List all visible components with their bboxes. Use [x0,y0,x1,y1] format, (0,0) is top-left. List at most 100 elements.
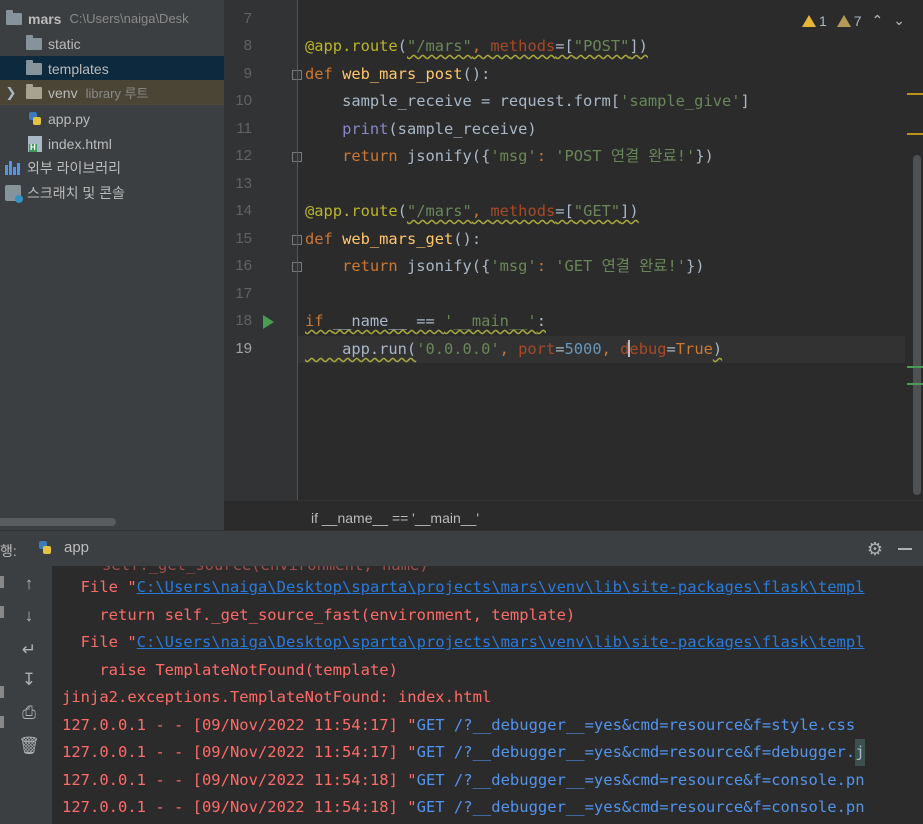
line-number: 17 [235,285,252,302]
code-line-16: return jsonify({'msg': 'GET 연결 완료!'}) [305,257,705,275]
tree-root-label: mars [28,10,62,27]
print-icon[interactable]: ⎙ [18,702,40,724]
tree-item-templates[interactable]: templates [0,56,224,81]
toolbar-edge [0,716,4,728]
project-panel: mars C:\Users\naiga\Desk static template… [0,0,224,530]
arrow-down-icon[interactable]: ↓ [18,605,40,627]
chevron-right-icon[interactable]: ❯ [2,85,20,101]
trash-icon[interactable]: 🗑 [18,735,40,757]
library-icon [5,160,21,175]
code-line-10: sample_receive = request.form['sample_gi… [305,92,750,110]
console-line: 127.0.0.1 - - [09/Nov/2022 11:54:18] "GE… [62,798,865,816]
folder-icon [26,34,42,50]
line-number: 12 [235,147,252,164]
console-line: jinja2.exceptions.TemplateNotFound: inde… [62,688,492,706]
tree-item-label: templates [48,60,109,77]
warning-icon [801,14,816,27]
line-number: 10 [235,92,252,109]
tree-root-path: C:\Users\naiga\Desk [69,11,189,26]
code-line-18: if __name__ == '__main__': [305,312,546,330]
line-number: 19 [235,340,252,357]
file-link[interactable]: C:\Users\naiga\Desktop\sparta\projects\m… [137,578,865,596]
tree-item-label: app.py [48,110,91,127]
code-editor[interactable]: 7 8 9 10 11 12 13 14 15 16 17 18 19 @app… [224,0,923,500]
code-line-9: def web_mars_post(): [305,65,491,83]
code-line-8: @app.route("/mars", methods=["POST"]) [305,37,648,55]
python-icon [38,540,52,556]
console-line: 127.0.0.1 - - [09/Nov/2022 11:54:18] "GE… [62,771,865,789]
tree-item-external-libraries[interactable]: 외부 라이브러리 [0,155,224,180]
minimize-icon[interactable] [898,548,912,550]
warning-stripe[interactable] [907,93,923,95]
run-toolbar: ↑ ↓ ↵ ↧ ⎙ 🗑 [0,566,52,824]
python-file-icon [28,111,42,127]
warnings-count[interactable]: 1 [801,13,827,29]
line-number: 7 [243,10,252,27]
console-line: File "C:\Users\naiga\Desktop\sparta\proj… [62,578,865,596]
weak-warnings-count[interactable]: 7 [836,13,862,29]
tree-item-label: 스크래치 및 콘솔 [27,184,125,201]
scroll-to-end-icon[interactable]: ↧ [18,669,40,691]
change-stripe[interactable] [907,366,923,368]
tree-item-app-py[interactable]: app.py [0,106,224,131]
tree-item-label: 외부 라이브러리 [27,159,122,176]
console-line: raise TemplateNotFound(template) [62,661,398,679]
inspection-widget[interactable]: 1 7 ⌃ ⌄ [801,12,905,29]
code-area[interactable]: @app.route("/mars", methods=["POST"]) de… [305,0,905,500]
run-gutter-icon[interactable] [263,315,274,329]
line-number: 13 [235,175,252,192]
tree-item-label: venv [48,84,78,101]
code-line-15: def web_mars_get(): [305,230,482,248]
arrow-up-icon[interactable]: ↑ [18,573,40,595]
gear-icon[interactable]: ⚙ [867,539,883,560]
line-number: 18 [235,312,252,329]
tree-item-label: static [48,35,81,52]
console-line: 127.0.0.1 - - [09/Nov/2022 11:54:17] "GE… [62,739,865,766]
console-line: 127.0.0.1 - - [09/Nov/2022 11:54:17] "GE… [62,716,856,734]
line-number: 9 [243,65,252,82]
line-number: 14 [235,202,252,219]
toolbar-edge [0,576,4,588]
line-number: 8 [243,37,252,54]
chevron-down-icon[interactable]: ⌄ [893,12,905,29]
code-line-11: print(sample_receive) [305,120,537,138]
soft-wrap-icon[interactable]: ↵ [18,639,40,661]
tree-item-note: library 루트 [85,86,149,101]
tree-item-static[interactable]: static [0,31,224,56]
breadcrumb-item[interactable]: if __name__ == '__main__' [311,510,479,526]
file-link[interactable]: C:\Users\naiga\Desktop\sparta\projects\m… [137,633,865,651]
editor-vertical-scrollbar[interactable] [913,155,921,495]
line-number: 15 [235,230,252,247]
toolbar-edge [0,606,4,618]
console-line: File "C:\Users\naiga\Desktop\sparta\proj… [62,633,865,651]
folder-icon [26,83,42,99]
tree-item-venv[interactable]: ❯ venv library 루트 [0,80,224,105]
folder-icon [6,9,22,25]
toolbar-edge [0,686,4,698]
code-line-19: app.run('0.0.0.0', port=5000, debug=True… [305,340,723,358]
weak-warning-icon [836,14,851,27]
tree-item-index-html[interactable]: index.html [0,131,224,156]
run-console[interactable]: self._get_source(environment, name) File… [52,566,923,824]
editor-breadcrumb[interactable]: if __name__ == '__main__' [224,500,923,531]
tree-item-scratches[interactable]: 스크래치 및 콘솔 [0,180,224,205]
code-line-14: @app.route("/mars", methods=["GET"]) [305,202,639,220]
run-panel-label: 행: [0,543,17,559]
warning-stripe[interactable] [907,133,923,135]
line-number: 16 [235,257,252,274]
html-file-icon [28,135,42,152]
tree-item-root[interactable]: mars C:\Users\naiga\Desk [0,6,224,31]
line-number: 11 [236,120,252,137]
change-stripe[interactable] [907,383,923,385]
scratch-console-icon [5,184,23,203]
chevron-up-icon[interactable]: ⌃ [872,12,884,29]
run-tab-app[interactable]: app [38,539,89,556]
folder-icon [26,59,42,75]
editor-gutter: 7 8 9 10 11 12 13 14 15 16 17 18 19 [224,0,302,500]
tree-item-label: index.html [48,135,112,152]
code-line-12: return jsonify({'msg': 'POST 연결 완료!'}) [305,147,714,165]
run-panel-header: 행: app ⚙ [0,530,923,567]
run-tab-label: app [64,539,90,556]
console-line: return self._get_source_fast(environment… [62,606,576,624]
project-horizontal-scrollbar[interactable] [0,518,116,526]
